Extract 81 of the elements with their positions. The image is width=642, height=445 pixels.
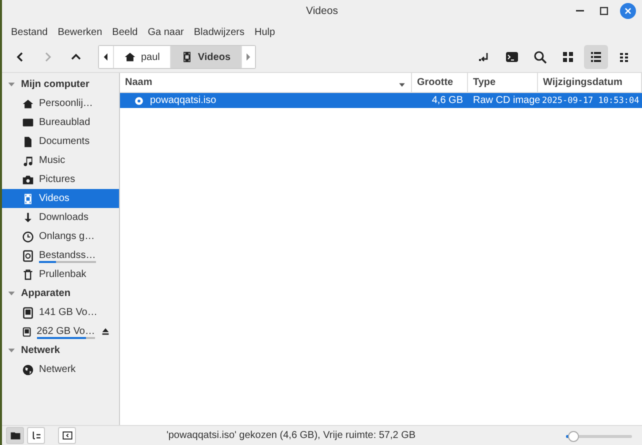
monitor-icon xyxy=(22,116,34,128)
item-label: Bureaublad xyxy=(39,117,90,128)
close-button[interactable] xyxy=(620,3,636,19)
column-header[interactable]: Wijzigingsdatum xyxy=(538,73,642,92)
close-icon xyxy=(622,5,634,17)
menu-item[interactable]: Bewerken xyxy=(54,26,106,38)
folder-button[interactable] xyxy=(6,427,24,444)
disc-icon xyxy=(134,96,144,106)
sidebar-item[interactable]: Onlangs g… xyxy=(2,227,119,246)
sidebar-item[interactable]: Prullenbak xyxy=(2,265,119,284)
film-icon xyxy=(180,51,193,63)
menu-item[interactable]: Bladwijzers xyxy=(190,26,248,38)
item-label: Documents xyxy=(39,136,90,147)
trash-icon xyxy=(22,268,34,280)
sidebar-item[interactable]: Persoonlij… xyxy=(2,94,119,113)
sort-icon xyxy=(398,81,406,89)
item-label: Pictures xyxy=(39,174,76,185)
sidebar-item[interactable]: 262 GB Vo… xyxy=(2,322,119,341)
terminal-icon xyxy=(505,50,519,64)
list-button[interactable] xyxy=(584,45,608,69)
item-label: Netwerk xyxy=(39,364,76,375)
column-header[interactable]: Type xyxy=(468,73,538,92)
menu-item[interactable]: Bestand xyxy=(7,26,52,38)
house-icon xyxy=(124,51,136,63)
sidebar-item[interactable]: Bestandss… xyxy=(2,246,119,265)
sidebar-item[interactable]: Pictures xyxy=(2,170,119,189)
download-icon xyxy=(22,212,34,224)
item-label: 262 GB Vo… xyxy=(36,326,95,337)
sidebar-item[interactable]: Netwerk xyxy=(2,360,119,379)
table-cell-text: 2025-09-17 10:53:04 xyxy=(541,96,640,106)
document-icon xyxy=(22,136,34,148)
slider-thumb[interactable] xyxy=(568,430,579,442)
sidebar-item[interactable]: Music xyxy=(2,151,119,170)
item-label: Prullenbak xyxy=(39,269,86,280)
house-icon xyxy=(22,98,34,110)
item-label: 141 GB Vo… xyxy=(39,307,98,318)
search-icon xyxy=(533,50,547,64)
table-cell: powaqqatsi.iso xyxy=(150,95,216,106)
compact-icon xyxy=(617,50,631,64)
tree-icon xyxy=(30,430,42,441)
table-cell-text: 4,6 GB xyxy=(430,95,464,106)
sidebar-icon xyxy=(62,430,72,441)
film-icon xyxy=(22,192,34,204)
sidebar-item[interactable]: Downloads xyxy=(2,208,119,227)
menu-item[interactable]: Ga naar xyxy=(144,26,188,38)
breadcrumb[interactable]: Videos xyxy=(170,46,241,68)
section-heading: Apparaten xyxy=(21,288,70,299)
sidebar-button[interactable] xyxy=(58,427,76,444)
list-icon xyxy=(589,50,603,64)
item-label: Persoonlij… xyxy=(39,98,93,109)
column-header[interactable]: Naam xyxy=(120,73,412,92)
sidebar-item[interactable]: Bureaublad xyxy=(2,113,119,132)
tree-button[interactable] xyxy=(27,427,45,444)
table-cell-text: Raw CD image xyxy=(472,95,538,106)
sidebar-item[interactable]: 141 GB Vo… xyxy=(2,303,119,322)
item-label: Videos xyxy=(39,193,70,204)
zoom-slider[interactable] xyxy=(566,430,632,440)
grid-icon xyxy=(561,50,575,64)
section-heading: Mijn computer xyxy=(21,79,90,90)
item-label: Downloads xyxy=(39,212,88,223)
table-row[interactable]: powaqqatsi.iso 4,6 GB Raw CD image 2025-09-17 10:53:04 xyxy=(120,93,642,108)
path-right-button[interactable] xyxy=(240,46,255,68)
camera-icon xyxy=(22,174,34,186)
item-label: Bestandss… xyxy=(39,250,96,261)
clock-icon xyxy=(22,230,34,242)
eject-icon[interactable] xyxy=(101,327,110,336)
menu-item[interactable]: Beeld xyxy=(108,26,142,38)
folder-icon xyxy=(10,430,20,441)
item-label: Music xyxy=(39,155,66,166)
maximize-icon xyxy=(598,5,610,17)
window-title: Videos xyxy=(306,5,338,17)
menu-item[interactable]: Hulp xyxy=(250,26,280,38)
sidebar-item[interactable]: Documents xyxy=(2,132,119,151)
section-heading: Netwerk xyxy=(21,345,60,356)
music-note-icon xyxy=(22,154,34,166)
minimize-icon xyxy=(576,10,584,12)
sidebar-item[interactable]: Videos xyxy=(2,189,119,208)
drive-icon xyxy=(22,250,34,262)
column-header[interactable]: Grootte xyxy=(412,73,468,92)
status-text: 'powaqqatsi.iso' gekozen (4,6 GB), Vrije ruimte: 57,2 GB xyxy=(165,430,417,441)
item-label: Onlangs g… xyxy=(39,231,95,242)
